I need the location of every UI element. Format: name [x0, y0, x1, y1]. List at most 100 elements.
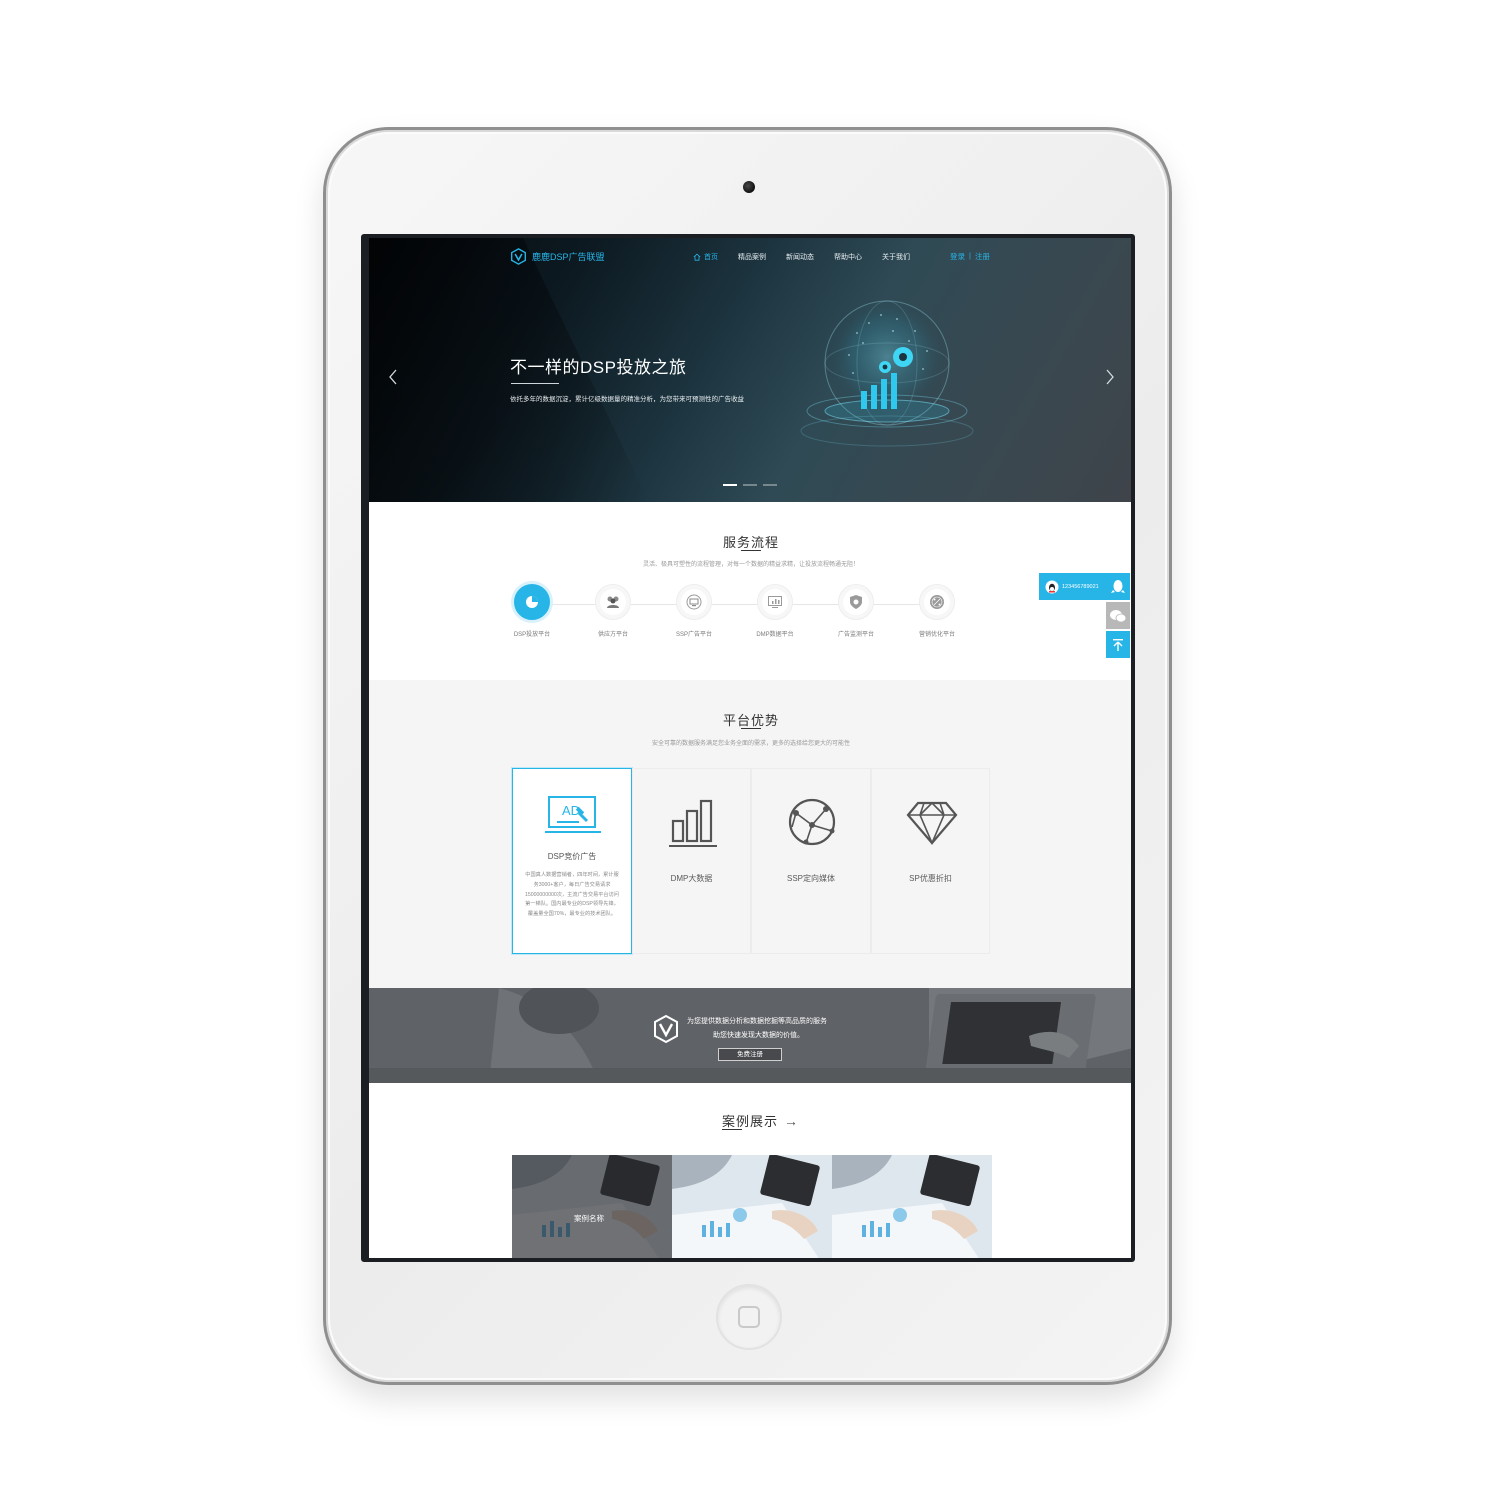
advantage-name: SP优惠折扣	[909, 874, 952, 883]
slide-dot-2[interactable]	[743, 484, 757, 486]
advantages-title-underline	[741, 728, 761, 729]
advantages-subtitle: 安全可靠的数据服务满足您业务全面的需求，更多的选择给您更大的可能性	[651, 741, 850, 747]
ad-auction-icon: AD	[545, 796, 601, 833]
network-globe-icon	[788, 798, 836, 846]
logo-text: 鹿鹿DSP广告联盟	[532, 252, 605, 262]
qq-avatar-icon	[1045, 580, 1059, 593]
case-hover-overlay	[512, 1155, 672, 1258]
hexagon-v-logo-icon	[511, 248, 526, 265]
web-page: 鹿鹿DSP广告联盟 首页 精品案例 新闻动态 帮助中心 关于我们 登录 | 注册	[369, 238, 1131, 1258]
login-link[interactable]: 登录	[950, 251, 965, 262]
step-circle	[676, 584, 712, 620]
step-label: DSP投放平台	[513, 632, 551, 638]
auth-separator: |	[969, 251, 971, 260]
step-circle	[595, 584, 631, 620]
advantage-name: DMP大数据	[670, 874, 713, 883]
service-title: 服务流程	[722, 535, 779, 550]
case-thumbnail	[672, 1155, 832, 1258]
wechat-button[interactable]	[1106, 602, 1130, 629]
nav-home-label: 首页	[704, 254, 718, 261]
case-thumbnail	[832, 1155, 992, 1258]
hero-banner: 鹿鹿DSP广告联盟 首页 精品案例 新闻动态 帮助中心 关于我们 登录 | 注册	[369, 238, 1131, 502]
advantage-card-dsp[interactable]: AD DSP竞价广告 中国真人数据营销者，四年时间，累计服务3000+客户，每日…	[512, 768, 632, 954]
nav-help[interactable]: 帮助中心	[834, 252, 862, 262]
step-circle	[838, 584, 874, 620]
step-dmp[interactable]: DMP数据平台	[740, 584, 810, 638]
step-optimize[interactable]: 营销优化平台	[902, 584, 972, 638]
cases-title-text: 案例展示	[722, 1114, 779, 1129]
slide-dot-3[interactable]	[763, 484, 777, 486]
home-icon	[693, 253, 701, 261]
service-flow-section: 服务流程 灵活、极具可塑性的流程管理，对每一个数据的精益求精，让投放流程畅通无阻…	[369, 502, 1131, 680]
cases-section: 案例展示 → 案例名称	[369, 1083, 1131, 1258]
nav-links: 首页 精品案例 新闻动态 帮助中心 关于我们	[693, 252, 930, 262]
service-title-underline	[741, 550, 761, 551]
bar-chart-icon	[668, 799, 717, 847]
hexagon-v-logo-icon	[654, 1014, 678, 1044]
step-circle	[757, 584, 793, 620]
service-steps: DSP投放平台 供应方平台 SSP广告平台 DMP数据平台 广告监测平台 营销优…	[494, 582, 1024, 642]
cases-title-underline	[722, 1129, 742, 1130]
chevron-left-icon[interactable]	[386, 368, 400, 386]
hero-subtitle: 依托多年的数据沉淀，累计亿级数据量的精准分析，为您带来可预测性的广告收益	[510, 396, 744, 403]
step-supply[interactable]: 供应方平台	[578, 584, 648, 638]
slide-dots	[723, 484, 777, 486]
hero-divider	[511, 383, 559, 384]
case-item[interactable]: 案例名称	[512, 1155, 672, 1258]
step-label: SSP广告平台	[675, 632, 712, 638]
nav-home[interactable]: 首页	[693, 252, 718, 262]
advantage-card-sp[interactable]: SP优惠折扣	[870, 768, 990, 954]
step-dsp[interactable]: DSP投放平台	[497, 584, 567, 638]
cta-banner: 为您提供数据分析和数据挖掘等高品质的服务 助您快速发现大数据的价值。 免费注册	[369, 988, 1131, 1083]
case-item[interactable]	[672, 1155, 832, 1258]
register-link[interactable]: 注册	[975, 251, 990, 262]
step-label: DMP数据平台	[756, 632, 794, 638]
users-icon	[607, 596, 619, 608]
back-to-top-button[interactable]	[1106, 631, 1130, 658]
home-square-icon	[738, 1306, 760, 1328]
shield-icon	[850, 595, 862, 609]
step-ssp[interactable]: SSP广告平台	[659, 584, 729, 638]
banner-line-1: 为您提供数据分析和数据挖掘等高品质的服务	[687, 1018, 827, 1025]
advantage-name: DSP竞价广告	[547, 852, 597, 861]
advantages-grid: AD DSP竞价广告 中国真人数据营销者，四年时间，累计服务3000+客户，每日…	[512, 768, 990, 954]
data-globe-illustration	[800, 300, 974, 447]
ad-screen-icon	[686, 594, 702, 610]
free-register-button[interactable]: 免费注册	[718, 1048, 782, 1061]
nav-cases[interactable]: 精品案例	[738, 252, 766, 262]
back-to-top-icon	[1113, 638, 1123, 651]
percent-badge-icon	[930, 595, 944, 609]
home-button[interactable]	[716, 1284, 782, 1350]
advantage-description: 中国真人数据营销者，四年时间，累计服务3000+客户，每日广告交易请求15000…	[525, 872, 619, 918]
qq-number: 123456789021	[1062, 583, 1099, 590]
case-list: 案例名称	[512, 1155, 992, 1258]
advantages-title: 平台优势	[722, 713, 779, 728]
nav-news[interactable]: 新闻动态	[786, 252, 814, 262]
auth-links: 登录 | 注册	[950, 251, 990, 262]
case-item[interactable]	[832, 1155, 992, 1258]
step-monitor[interactable]: 广告监测平台	[821, 584, 891, 638]
data-monitor-icon	[768, 596, 782, 608]
step-circle	[919, 584, 955, 620]
qq-button[interactable]	[1106, 573, 1130, 600]
step-label: 营销优化平台	[918, 632, 955, 638]
advantage-card-ssp[interactable]: SSP定向媒体	[751, 768, 871, 954]
advantage-card-dmp[interactable]: DMP大数据	[631, 768, 751, 954]
banner-line-2: 助您快速发现大数据的价值。	[713, 1032, 804, 1039]
cases-title[interactable]: 案例展示 →	[722, 1111, 799, 1130]
advantage-name: SSP定向媒体	[786, 874, 835, 883]
hero-title: 不一样的DSP投放之旅	[510, 358, 687, 377]
chevron-right-icon[interactable]	[1103, 368, 1117, 386]
qq-penguin-icon	[1111, 579, 1125, 593]
wechat-icon	[1110, 609, 1127, 622]
diamond-icon	[906, 801, 957, 846]
camera-dot	[743, 181, 755, 193]
service-subtitle: 灵活、极具可塑性的流程管理，对每一个数据的精益求精，让投放流程畅通无阻！	[642, 562, 859, 568]
arrow-right-icon: →	[784, 1112, 800, 1129]
platform-advantages-section: 平台优势 安全可靠的数据服务满足您业务全面的需求，更多的选择给您更大的可能性 A…	[369, 680, 1131, 988]
site-logo[interactable]: 鹿鹿DSP广告联盟	[510, 248, 605, 265]
case-name: 案例名称	[574, 1214, 604, 1223]
nav-about[interactable]: 关于我们	[882, 252, 910, 262]
pie-chart-icon	[526, 596, 538, 608]
slide-dot-1[interactable]	[723, 484, 737, 486]
